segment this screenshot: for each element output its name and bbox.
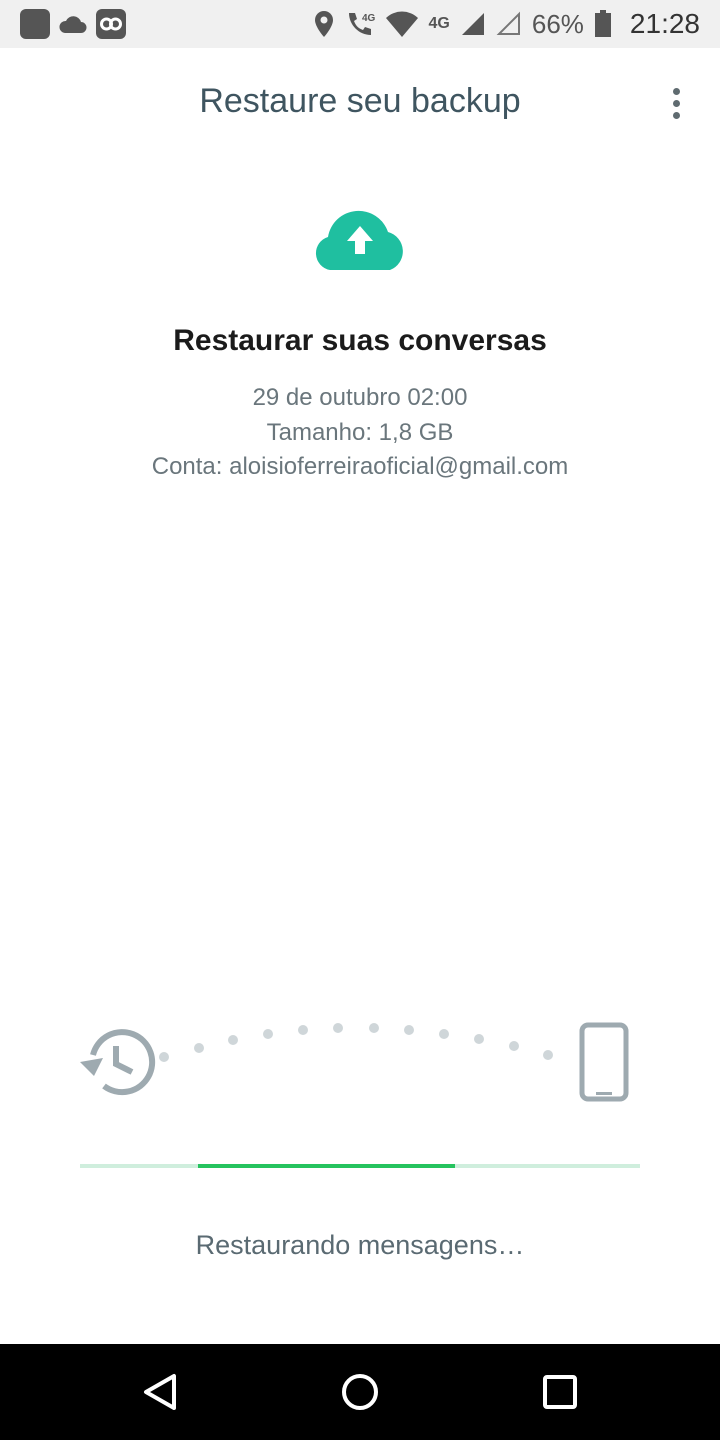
progress-fill [197,1164,456,1168]
backup-size: Tamanho: 1,8 GB [266,419,454,446]
recents-icon[interactable] [536,1368,584,1416]
more-vert-icon[interactable] [660,84,692,124]
back-icon[interactable] [136,1368,184,1416]
clock: 21:28 [629,8,700,39]
battery-percent: 66% [531,8,584,39]
gallery-icon [20,9,50,39]
status-text: Restaurando mensagens… [195,1230,525,1260]
status-bar: 4G 4G 66% 21:28 [0,0,720,48]
signal-empty-icon [496,11,520,35]
backup-date: 29 de outubro 02:00 [252,384,468,411]
home-icon[interactable] [336,1368,384,1416]
cloud-upload-icon [315,210,403,270]
progress-bar [80,1164,640,1168]
wifi-call-icon: 4G [348,13,375,35]
cloud-icon [59,16,87,33]
network-type-label: 4G [428,15,450,32]
page-title: Restaure seu backup [199,82,521,120]
svg-text:4G: 4G [362,13,375,24]
restore-heading: Restaurar suas conversas [173,324,547,357]
location-icon [314,11,333,37]
link-icon [96,9,126,39]
backup-account: Conta: aloisioferreiraoficial@gmail.com [151,453,569,480]
navigation-bar [0,1344,720,1440]
transfer-illustration [80,1022,629,1102]
battery-icon [594,10,611,37]
phone-icon [579,1022,629,1102]
signal-icon [461,13,484,35]
history-icon [80,1029,156,1096]
wifi-icon [385,11,418,37]
transfer-dots [159,1023,553,1062]
